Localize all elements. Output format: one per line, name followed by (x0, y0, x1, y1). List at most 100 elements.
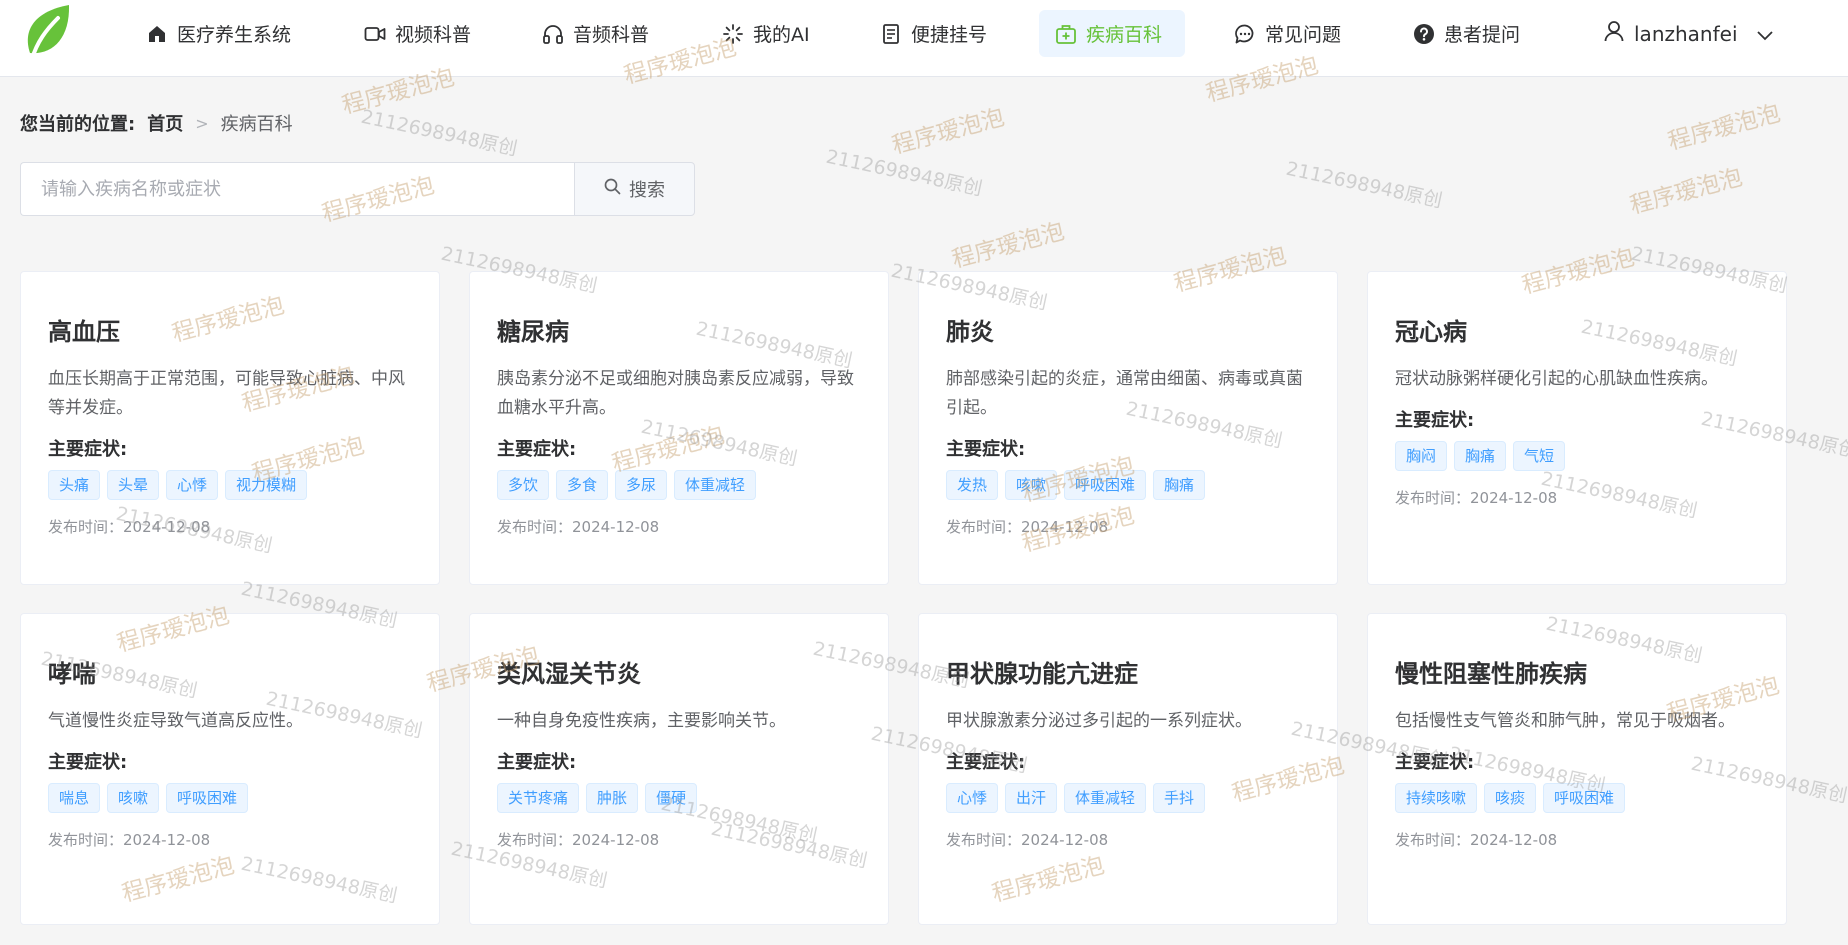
disease-card[interactable]: 肺炎 肺部感染引起的炎症，通常由细菌、病毒或真菌引起。 主要症状: 发热 咳嗽 … (918, 271, 1338, 585)
symptom-tag[interactable]: 发热 (946, 469, 999, 500)
disease-card[interactable]: 类风湿关节炎 一种自身免疫性疾病，主要影响关节。 主要症状: 关节疼痛 肿胀 僵… (469, 613, 889, 925)
chat-bubble-icon (1234, 23, 1256, 45)
disease-card[interactable]: 甲状腺功能亢进症 甲状腺激素分泌过多引起的一系列症状。 主要症状: 心悸 出汗 … (918, 613, 1338, 925)
symptom-tag[interactable]: 呼吸困难 (166, 782, 249, 813)
leaf-logo-icon[interactable] (22, 3, 74, 61)
symptom-tag[interactable]: 出汗 (1005, 782, 1058, 813)
card-title: 高血压 (48, 318, 120, 346)
loading-sparkle-icon (722, 23, 744, 45)
symptom-tags: 关节疼痛 肿胀 僵硬 (497, 782, 861, 813)
card-description: 血压长期高于正常范围，可能导致心脏病、中风等并发症。 (48, 368, 405, 418)
watermark-text: 2112698948原创 (359, 105, 520, 161)
card-title: 肺炎 (946, 318, 994, 346)
nav-video[interactable]: 视频科普 (348, 10, 487, 57)
symptom-tag[interactable]: 呼吸困难 (1543, 782, 1626, 813)
card-description: 甲状腺激素分泌过多引起的一系列症状。 (946, 710, 1252, 731)
symptom-tags: 持续咳嗽 咳痰 呼吸困难 (1395, 782, 1759, 813)
symptom-tag[interactable]: 僵硬 (645, 782, 698, 813)
symptoms-label: 主要症状: (1395, 751, 1475, 773)
symptom-tag[interactable]: 头痛 (48, 469, 101, 500)
watermark-text: 程序瑷泡泡 (949, 218, 1068, 274)
publish-date: 发布时间：2024-12-08 (946, 830, 1109, 849)
publish-date: 发布时间：2024-12-08 (1395, 830, 1558, 849)
username: lanzhanfei (1634, 21, 1738, 46)
symptom-tag[interactable]: 气短 (1513, 440, 1566, 471)
card-description: 包括慢性支气管炎和肺气肿，常见于吸烟者。 (1395, 710, 1735, 731)
symptom-tags: 多饮 多食 多尿 体重减轻 (497, 469, 861, 500)
nav-home[interactable]: 医疗养生系统 (130, 10, 307, 57)
disease-card[interactable]: 冠心病 冠状动脉粥样硬化引起的心肌缺血性疾病。 主要症状: 胸闷 胸痛 气短 发… (1367, 271, 1787, 585)
disease-card[interactable]: 哮喘 气道慢性炎症导致气道高反应性。 主要症状: 喘息 咳嗽 呼吸困难 发布时间… (20, 613, 440, 925)
symptom-tag[interactable]: 多食 (556, 469, 609, 500)
symptoms-label: 主要症状: (497, 438, 577, 460)
symptom-tags: 心悸 出汗 体重减轻 手抖 (946, 782, 1310, 813)
user-menu[interactable]: lanzhanfei (1604, 10, 1774, 57)
nav-my-ai[interactable]: 我的AI (706, 10, 826, 57)
symptom-tag[interactable]: 胸痛 (1454, 440, 1507, 471)
symptoms-label: 主要症状: (48, 438, 128, 460)
card-description: 一种自身免疫性疾病，主要影响关节。 (497, 710, 786, 731)
nav-faq[interactable]: 常见问题 (1218, 10, 1357, 57)
nav-registration[interactable]: 便捷挂号 (864, 10, 1003, 57)
medical-kit-icon (1055, 23, 1077, 45)
symptoms-label: 主要症状: (1395, 409, 1475, 431)
symptom-tags: 头痛 头晕 心悸 视力模糊 (48, 469, 412, 500)
watermark-text: 程序瑷泡泡 (1627, 164, 1746, 220)
nav-audio[interactable]: 音频科普 (526, 10, 665, 57)
user-icon (1604, 20, 1624, 47)
breadcrumb-current: 疾病百科 (220, 114, 293, 135)
symptom-tag[interactable]: 胸闷 (1395, 440, 1448, 471)
symptom-tag[interactable]: 心悸 (166, 469, 219, 500)
symptom-tag[interactable]: 多尿 (615, 469, 668, 500)
nav-video-label: 视频科普 (395, 24, 472, 46)
search-button[interactable]: 搜索 (574, 162, 695, 216)
symptom-tag[interactable]: 持续咳嗽 (1395, 782, 1478, 813)
symptoms-label: 主要症状: (946, 751, 1026, 773)
symptom-tag[interactable]: 胸痛 (1153, 469, 1206, 500)
disease-card[interactable]: 糖尿病 胰岛素分泌不足或细胞对胰岛素反应减弱，导致血糖水平升高。 主要症状: 多… (469, 271, 889, 585)
symptom-tag[interactable]: 肿胀 (586, 782, 639, 813)
card-title: 慢性阻塞性肺疾病 (1395, 660, 1587, 688)
card-description: 气道慢性炎症导致气道高反应性。 (48, 710, 303, 731)
disease-card[interactable]: 慢性阻塞性肺疾病 包括慢性支气管炎和肺气肿，常见于吸烟者。 主要症状: 持续咳嗽… (1367, 613, 1787, 925)
home-icon (146, 23, 168, 45)
symptom-tag[interactable]: 呼吸困难 (1064, 469, 1147, 500)
watermark-text: 2112698948原创 (824, 145, 985, 201)
symptom-tag[interactable]: 心悸 (946, 782, 999, 813)
headphones-icon (542, 23, 564, 45)
symptom-tag[interactable]: 喘息 (48, 782, 101, 813)
publish-date: 发布时间：2024-12-08 (1395, 488, 1558, 507)
search-button-label: 搜索 (629, 180, 665, 201)
nav-my-ai-label: 我的AI (753, 24, 810, 46)
card-description: 肺部感染引起的炎症，通常由细菌、病毒或真菌引起。 (946, 368, 1303, 418)
symptom-tag[interactable]: 咳痰 (1484, 782, 1537, 813)
breadcrumb-separator-icon: > (195, 113, 209, 133)
symptom-tag[interactable]: 手抖 (1153, 782, 1206, 813)
card-description: 冠状动脉粥样硬化引起的心肌缺血性疾病。 (1395, 368, 1718, 389)
video-camera-icon (364, 23, 386, 45)
publish-date: 发布时间：2024-12-08 (497, 830, 660, 849)
nav-audio-label: 音频科普 (573, 24, 650, 46)
top-navbar: 医疗养生系统 视频科普 音频科普 我的AI 便捷挂号 疾病百科 常见问题 患者提… (0, 0, 1848, 77)
card-title: 哮喘 (48, 660, 96, 688)
search-input[interactable] (20, 162, 574, 216)
symptom-tags: 发热 咳嗽 呼吸困难 胸痛 (946, 469, 1310, 500)
nav-faq-label: 常见问题 (1265, 24, 1342, 46)
symptom-tag[interactable]: 咳嗽 (107, 782, 160, 813)
nav-disease-wiki[interactable]: 疾病百科 (1039, 10, 1185, 57)
symptom-tag[interactable]: 咳嗽 (1005, 469, 1058, 500)
symptom-tag[interactable]: 体重减轻 (1064, 782, 1147, 813)
breadcrumb-home-link[interactable]: 首页 (147, 110, 183, 136)
symptom-tag[interactable]: 视力模糊 (225, 469, 308, 500)
symptom-tags: 喘息 咳嗽 呼吸困难 (48, 782, 412, 813)
symptoms-label: 主要症状: (48, 751, 128, 773)
symptom-tag[interactable]: 体重减轻 (674, 469, 757, 500)
watermark-text: 程序瑷泡泡 (889, 104, 1008, 160)
symptom-tag[interactable]: 多饮 (497, 469, 550, 500)
nav-patient-questions[interactable]: 患者提问 (1397, 10, 1536, 57)
symptom-tag[interactable]: 关节疼痛 (497, 782, 580, 813)
nav-registration-label: 便捷挂号 (911, 24, 988, 46)
symptom-tag[interactable]: 头晕 (107, 469, 160, 500)
publish-date: 发布时间：2024-12-08 (48, 830, 211, 849)
disease-card[interactable]: 高血压 血压长期高于正常范围，可能导致心脏病、中风等并发症。 主要症状: 头痛 … (20, 271, 440, 585)
